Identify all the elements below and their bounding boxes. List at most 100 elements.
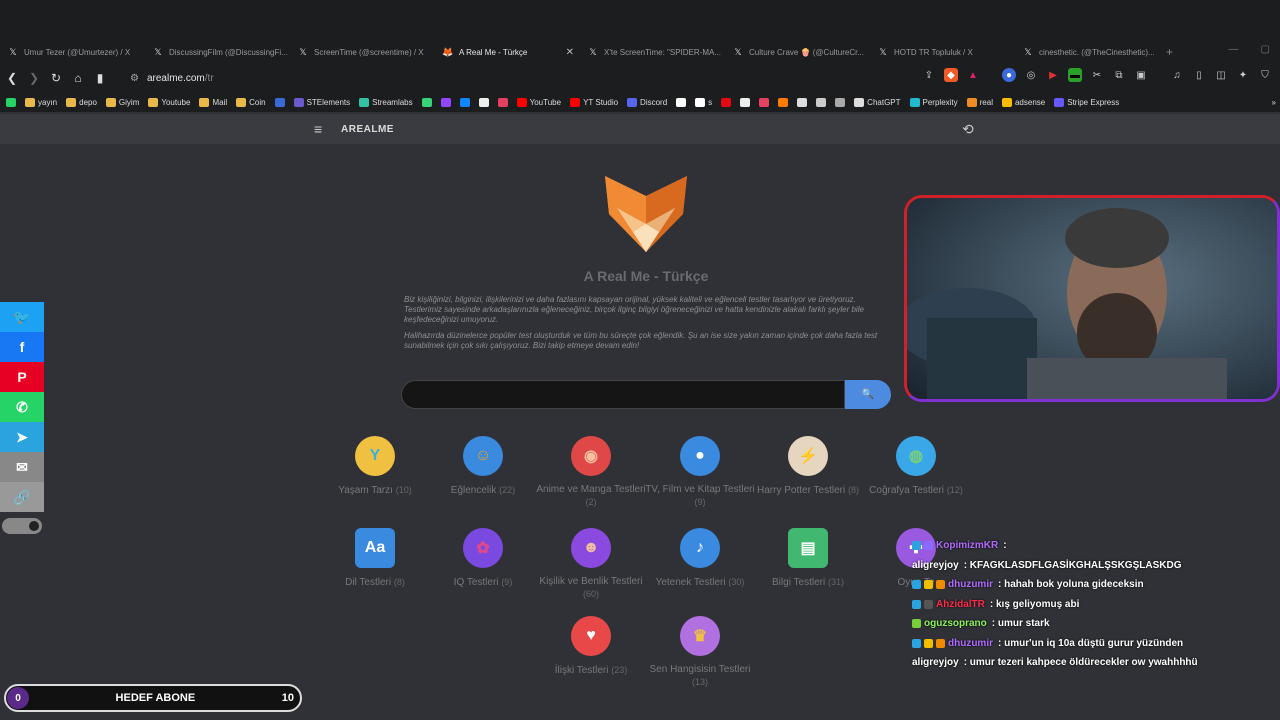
bookmark-item[interactable]: Perplexity bbox=[909, 97, 958, 107]
category-item[interactable]: ● TV, Film ve Kitap Testleri (9) bbox=[645, 436, 755, 509]
category-item[interactable]: ◉ Anime ve Manga Testleri (2) bbox=[536, 436, 646, 509]
url-field[interactable]: ⚙ arealme.com/tr bbox=[130, 73, 214, 84]
bookmark-item[interactable] bbox=[440, 97, 451, 107]
bookmark-item[interactable]: ChatGPT bbox=[854, 97, 901, 107]
browser-tab[interactable]: 𝕏 Culture Crave 🍿 (@CultureCr... bbox=[725, 40, 870, 64]
pinterest-share-button[interactable]: P bbox=[0, 362, 44, 392]
bookmark-item[interactable] bbox=[478, 97, 489, 107]
category-item[interactable]: Aa Dil Testleri (8) bbox=[320, 528, 430, 589]
category-item[interactable]: Y Yaşam Tarzı (10) bbox=[320, 436, 430, 497]
bookmark-item[interactable] bbox=[459, 97, 470, 107]
bookmark-item[interactable]: STElements bbox=[293, 97, 350, 107]
search-button[interactable]: 🔍 bbox=[845, 380, 891, 409]
bookmark-item[interactable]: Streamlabs bbox=[359, 97, 413, 107]
bookmark-item[interactable]: Youtube bbox=[148, 97, 190, 107]
bookmark-item[interactable] bbox=[778, 97, 789, 107]
bookmark-item[interactable] bbox=[835, 97, 846, 107]
category-item[interactable]: ⚡ Harry Potter Testleri (8) bbox=[753, 436, 863, 497]
extension-icon[interactable]: ◎ bbox=[1024, 68, 1038, 82]
bookmark-item[interactable]: YT Studio bbox=[570, 97, 618, 107]
twitter-share-button[interactable]: 🐦 bbox=[0, 302, 44, 332]
bookmark-item[interactable] bbox=[676, 97, 687, 107]
site-brand[interactable]: AREALME bbox=[341, 124, 394, 135]
bookmark-item[interactable]: adsense bbox=[1001, 97, 1045, 107]
bookmark-item[interactable]: real bbox=[966, 97, 993, 107]
email-share-button[interactable]: ✉ bbox=[0, 452, 44, 482]
bookmark-item[interactable]: s bbox=[695, 97, 712, 107]
chat-username: aligreyjoy bbox=[912, 559, 959, 571]
media-icon[interactable]: ♫ bbox=[1170, 68, 1184, 82]
home-icon[interactable]: ⌂ bbox=[68, 71, 88, 85]
back-icon[interactable]: ❮ bbox=[2, 71, 22, 85]
category-item[interactable]: ☻ Kişilik ve Benlik Testleri (60) bbox=[536, 528, 646, 601]
rewards-icon[interactable]: ▲ bbox=[966, 68, 980, 82]
category-item[interactable]: ☺ Eğlencelik (22) bbox=[428, 436, 538, 497]
extension-icon[interactable]: ● bbox=[1002, 68, 1016, 82]
bookmark-icon[interactable]: ▮ bbox=[90, 71, 110, 85]
sidebar-icon[interactable]: ▯ bbox=[1192, 68, 1206, 82]
bookmark-item[interactable] bbox=[274, 97, 285, 107]
extension-icon[interactable]: ▣ bbox=[1134, 68, 1148, 82]
new-tab-icon[interactable]: + bbox=[1166, 45, 1173, 59]
dark-mode-toggle[interactable] bbox=[2, 518, 42, 534]
category-item[interactable]: ✿ IQ Testleri (9) bbox=[428, 528, 538, 589]
category-item[interactable]: ▤ Bilgi Testleri (31) bbox=[753, 528, 863, 589]
minimize-icon[interactable]: — bbox=[1229, 44, 1239, 55]
bookmark-item[interactable]: Giyim bbox=[105, 97, 139, 107]
extensions-puzzle-icon[interactable]: ⧉ bbox=[1112, 68, 1126, 82]
bookmark-item[interactable] bbox=[816, 97, 827, 107]
browser-tab[interactable]: 𝕏 DiscussingFilm (@DiscussingFi... bbox=[145, 40, 290, 64]
reload-icon[interactable]: ↻ bbox=[46, 71, 66, 85]
bookmark-item[interactable]: depo bbox=[66, 97, 97, 107]
telegram-share-button[interactable]: ➤ bbox=[0, 422, 44, 452]
browser-tab[interactable]: 𝕏 HOTD TR Topluluk / X bbox=[870, 40, 1015, 64]
category-label: Eğlencelik (22) bbox=[428, 484, 538, 497]
bookmark-item[interactable] bbox=[740, 97, 751, 107]
leo-icon[interactable]: ✦ bbox=[1236, 68, 1250, 82]
category-item[interactable]: ♪ Yetenek Testleri (30) bbox=[645, 528, 755, 589]
menu-icon[interactable]: ≡ bbox=[314, 122, 322, 136]
category-label: Kişilik ve Benlik Testleri (60) bbox=[536, 576, 646, 601]
category-label: Dil Testleri (8) bbox=[320, 576, 430, 589]
bookmark-item[interactable] bbox=[721, 97, 732, 107]
bookmark-item[interactable] bbox=[759, 97, 770, 107]
bookmark-item[interactable]: Discord bbox=[627, 97, 667, 107]
facebook-share-button[interactable]: f bbox=[0, 332, 44, 362]
site-settings-icon[interactable]: ⚙ bbox=[130, 73, 139, 84]
pinterest-icon: P bbox=[17, 369, 27, 385]
extension-icon[interactable]: ✂ bbox=[1090, 68, 1104, 82]
bookmark-item[interactable]: yayın bbox=[25, 97, 57, 107]
bookmark-item[interactable]: Mail bbox=[199, 97, 227, 107]
bookmark-item[interactable] bbox=[6, 97, 16, 107]
extension-icon[interactable]: ▶ bbox=[1046, 68, 1060, 82]
vpn-icon[interactable]: ⛉ bbox=[1258, 68, 1272, 82]
category-item[interactable]: ♛ Sen Hangisisin Testleri (13) bbox=[645, 616, 755, 689]
forward-icon[interactable]: ❯ bbox=[24, 71, 44, 85]
bookmark-item[interactable]: Coin bbox=[236, 97, 266, 107]
close-icon[interactable]: ✕ bbox=[566, 47, 574, 58]
bookmark-item[interactable]: Stripe Express bbox=[1054, 97, 1119, 107]
bookmark-item[interactable] bbox=[797, 97, 808, 107]
browser-tab[interactable]: 𝕏 Umur Tezer (@Umurtezer) / X bbox=[0, 40, 145, 64]
search-input[interactable] bbox=[401, 380, 845, 409]
bookmark-item[interactable] bbox=[421, 97, 432, 107]
brave-shield-icon[interactable]: ◆ bbox=[944, 68, 958, 82]
wallet-icon[interactable]: ◫ bbox=[1214, 68, 1228, 82]
browser-tab[interactable]: 𝕏cinesthetic. (@TheCinesthetic)... bbox=[1015, 40, 1160, 64]
maximize-icon[interactable]: ▢ bbox=[1261, 44, 1270, 55]
history-icon[interactable]: ⟲ bbox=[962, 121, 974, 138]
link-share-button[interactable]: 🔗 bbox=[0, 482, 44, 512]
bookmarks-overflow-icon[interactable]: » bbox=[1272, 98, 1276, 107]
browser-tab[interactable]: 𝕏 X'te ScreenTime: "SPIDER-MA... bbox=[580, 40, 725, 64]
category-item[interactable]: ◍ Coğrafya Testleri (12) bbox=[861, 436, 971, 497]
share-icon[interactable]: ⇪ bbox=[922, 68, 936, 82]
browser-tab[interactable]: 𝕏 ScreenTime (@screentime) / X bbox=[290, 40, 435, 64]
extension-icon[interactable]: ▬ bbox=[1068, 68, 1082, 82]
whatsapp-share-button[interactable]: ✆ bbox=[0, 392, 44, 422]
facebook-icon: f bbox=[19, 339, 25, 355]
browser-tab[interactable]: 🦊 A Real Me - Türkçe ✕ bbox=[435, 40, 580, 64]
category-item[interactable]: ♥ İlişki Testleri (23) bbox=[536, 616, 646, 677]
chat-username: dhuzumir bbox=[948, 579, 993, 591]
bookmark-item[interactable]: YouTube bbox=[516, 97, 561, 107]
bookmark-item[interactable] bbox=[497, 97, 508, 107]
